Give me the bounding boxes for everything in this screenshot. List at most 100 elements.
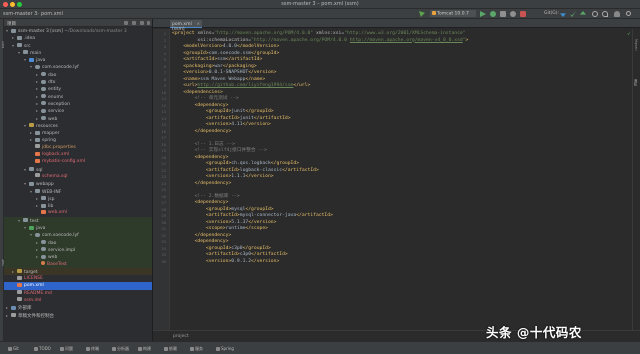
bottom-tool-3[interactable]: 问题 [60, 346, 73, 352]
project-panel-header: 项目 [4, 19, 152, 27]
code-token: <version> [205, 122, 232, 127]
code-token: xmlns:xsi [315, 31, 342, 36]
build-hammer-icon[interactable] [419, 11, 425, 17]
run-icon[interactable] [480, 11, 486, 17]
run-configuration-select[interactable]: Tomcat 10.0.7 [430, 10, 476, 17]
tree-item[interactable]: ▸ 草稿文件和控制台 [4, 312, 152, 319]
project-panel-title[interactable]: 项目 [7, 21, 16, 27]
tree-item[interactable]: ▾ com.soecode.lyf [4, 63, 152, 70]
tree-item[interactable]: ▸ dto [4, 78, 152, 85]
tree-item[interactable]: ▾ java [4, 224, 152, 232]
res-icon [29, 123, 34, 128]
tree-item[interactable]: ▸ 外部库 [4, 304, 152, 311]
tree-item[interactable]: ▾ com.soecode.lyf [4, 231, 152, 239]
pkg-icon [41, 86, 46, 91]
tree-item[interactable]: ▾ sql [4, 166, 152, 173]
tree-item[interactable]: ▸ dao [4, 71, 152, 78]
options-icon[interactable] [140, 21, 144, 25]
tree-item[interactable]: ▾ webapp [4, 180, 152, 187]
git-update-icon[interactable] [560, 13, 566, 17]
bottom-tool-label: Spring [221, 345, 234, 351]
tree-item[interactable]: BaseTest [4, 260, 152, 268]
line-number: 1 [163, 31, 166, 36]
tree-item[interactable]: jdbc.properties [4, 144, 152, 151]
tree-item[interactable]: ▸ web [4, 253, 152, 261]
tree-item[interactable]: web.xml [4, 209, 152, 216]
close-tab-icon[interactable]: × [197, 21, 200, 26]
tree-item-label: spring [42, 138, 57, 144]
search-icon[interactable] [626, 11, 631, 16]
coverage-icon[interactable] [500, 11, 506, 17]
tree-item[interactable]: ▸ lib [4, 202, 152, 209]
tree-item[interactable]: ▾ main [4, 49, 152, 56]
debug-icon[interactable] [490, 11, 496, 17]
editor-tab-pom[interactable]: pom.xml (ssm) × [170, 20, 202, 32]
bottom-tool-6[interactable]: 构建 [138, 346, 151, 352]
tree-item[interactable]: ▸ enums [4, 93, 152, 100]
bottom-tool-9[interactable]: Spring [216, 346, 234, 351]
line-number: 29 [161, 213, 166, 218]
profiler-icon[interactable] [510, 11, 516, 17]
tree-item[interactable]: ▾ WEB-INF [4, 188, 152, 195]
tree-item[interactable]: pom.xml [4, 282, 152, 290]
tree-item[interactable]: ▾ ssm-master 3 [ssm] ~/Downloads/ssm-mast… [4, 27, 152, 34]
bottom-tool-5[interactable]: 分析器 [112, 346, 129, 352]
notifications-tool-tab[interactable]: 通知 [634, 79, 639, 86]
tree-item[interactable]: logback.xml [4, 151, 152, 158]
tree-item[interactable]: ssm.iml [4, 297, 152, 304]
maven-tool-tab[interactable]: Maven [634, 39, 638, 51]
git-push-icon[interactable] [580, 11, 586, 15]
tree-item[interactable]: ▸ mapper [4, 129, 152, 136]
tree-item[interactable]: ▸ exception [4, 100, 152, 107]
tree-item[interactable]: ▸ spring [4, 136, 152, 143]
tree-item[interactable]: ▸ target [4, 267, 152, 276]
bottom-tool-7[interactable]: 依赖 [164, 346, 177, 352]
locate-file-icon[interactable] [124, 21, 128, 25]
hide-panel-icon[interactable] [147, 21, 150, 25]
bottom-tool-1[interactable]: Git [8, 346, 19, 351]
prop-icon [35, 144, 40, 149]
rollback-icon[interactable] [602, 11, 608, 17]
tree-item[interactable]: ▸ web [4, 115, 152, 122]
collapse-all-icon[interactable] [132, 21, 136, 25]
tree-item[interactable]: ▾ java [4, 56, 152, 63]
breadcrumb-file[interactable]: pom.xml [41, 11, 63, 17]
tree-item[interactable]: ▾ resources [4, 122, 152, 129]
code-token: </version> [248, 219, 277, 225]
tree-item-label: java [36, 58, 46, 64]
tree-item[interactable]: ▾ src [4, 42, 152, 49]
tree-item[interactable]: mybatis-config.xml [4, 158, 152, 165]
bottom-tool-4[interactable]: 终端 [86, 346, 99, 352]
code-token: </modelVersion> [236, 44, 280, 49]
code-token: </groupId> [245, 109, 274, 114]
history-icon[interactable] [592, 11, 598, 17]
tree-item-label: mapper [42, 131, 60, 137]
tree-item-label: ssm.iml [24, 297, 42, 303]
tree-item[interactable]: README.md [4, 290, 152, 297]
code-view[interactable]: <project xmlns="http://maven.apache.org/… [170, 29, 632, 330]
tree-item[interactable]: ▸ jsp [4, 195, 152, 202]
bottom-tool-label: 依赖 [169, 345, 177, 351]
tree-item[interactable]: ▸ .idea [4, 34, 152, 41]
tree-item[interactable]: ▸ service.impl [4, 245, 152, 254]
breadcrumb-project[interactable]: ssm-master 3 [3, 11, 37, 17]
breadcrumb-separator: › [37, 11, 39, 17]
tree-item[interactable]: ▸ service [4, 107, 152, 114]
code-token: <url> [183, 83, 198, 88]
git-commit-icon[interactable] [570, 11, 576, 17]
tree-item[interactable]: schema.sql [4, 173, 152, 180]
tree-item[interactable]: LICENSE [4, 275, 152, 282]
code-token: <!-- 实现slf4j接口并整合 --> [194, 148, 267, 153]
xml-icon [41, 209, 46, 214]
editor-breadcrumb[interactable]: project [173, 334, 189, 339]
tree-item[interactable]: ▾ test [4, 216, 152, 225]
tree-item[interactable]: ▸ entity [4, 85, 152, 92]
stop-icon[interactable] [520, 11, 526, 17]
bottom-tool-2[interactable]: TODO [34, 346, 51, 351]
account-icon[interactable] [614, 11, 620, 17]
tree-item[interactable]: ▸ dao [4, 238, 152, 246]
bottom-tool-8[interactable]: 服务 [190, 346, 203, 352]
